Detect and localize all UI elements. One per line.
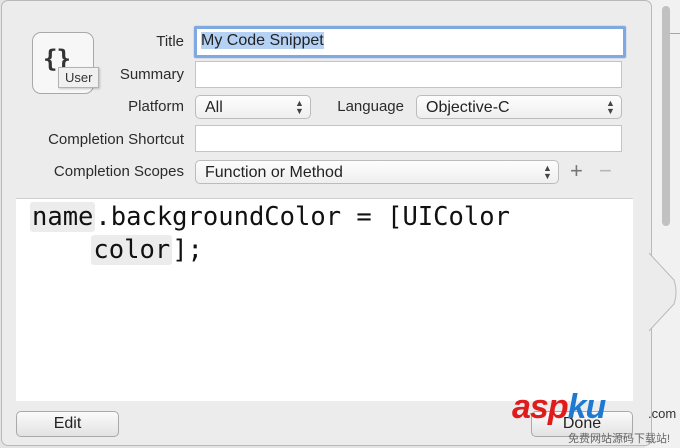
updown-arrows-icon: ▲ ▼ — [606, 98, 615, 116]
code-line: .backgroundColor = [UIColor — [95, 202, 510, 232]
watermark-brand-red: asp — [512, 388, 569, 426]
edit-button[interactable]: Edit — [16, 411, 119, 437]
watermark-brand: aspku — [512, 388, 607, 427]
watermark-domain: .com — [648, 406, 677, 421]
completion-shortcut-field[interactable] — [195, 125, 622, 152]
language-value: Objective-C — [426, 99, 510, 116]
watermark-logo: aspku .com 免费网站源码下载站! — [512, 388, 680, 448]
completion-shortcut-label: Completion Shortcut — [48, 131, 184, 148]
updown-arrows-icon: ▲ ▼ — [295, 98, 304, 116]
code-editor[interactable]: name.backgroundColor = [UIColor color]; — [16, 198, 633, 401]
summary-label: Summary — [119, 66, 184, 83]
background-scrollbar[interactable] — [662, 6, 670, 226]
code-text: name.backgroundColor = [UIColor color]; — [30, 201, 510, 267]
title-value: My Code Snippet — [201, 32, 324, 49]
completion-scopes-select[interactable]: Function or Method ▲ ▼ — [195, 160, 559, 184]
popover-arrow — [644, 252, 677, 332]
summary-field[interactable] — [195, 61, 622, 88]
language-label: Language — [337, 98, 404, 115]
platform-value: All — [205, 99, 223, 116]
language-select[interactable]: Objective-C ▲ ▼ — [416, 95, 622, 119]
watermark-tagline: 免费网站源码下载站! — [568, 433, 671, 445]
platform-label: Platform — [128, 98, 184, 115]
add-scope-button[interactable]: + — [570, 158, 583, 184]
updown-arrows-icon: ▲ ▼ — [543, 163, 552, 181]
platform-select[interactable]: All ▲ ▼ — [195, 95, 311, 119]
title-field[interactable]: My Code Snippet — [194, 26, 626, 58]
title-label: Title — [156, 33, 184, 50]
placeholder-token[interactable]: name — [30, 202, 96, 232]
watermark-brand-blue: ku — [567, 388, 607, 426]
placeholder-token[interactable]: color — [91, 235, 173, 265]
completion-scopes-label: Completion Scopes — [53, 163, 184, 180]
code-line: ]; — [172, 235, 203, 265]
remove-scope-button[interactable]: − — [599, 158, 612, 184]
completion-scopes-value: Function or Method — [205, 164, 343, 181]
